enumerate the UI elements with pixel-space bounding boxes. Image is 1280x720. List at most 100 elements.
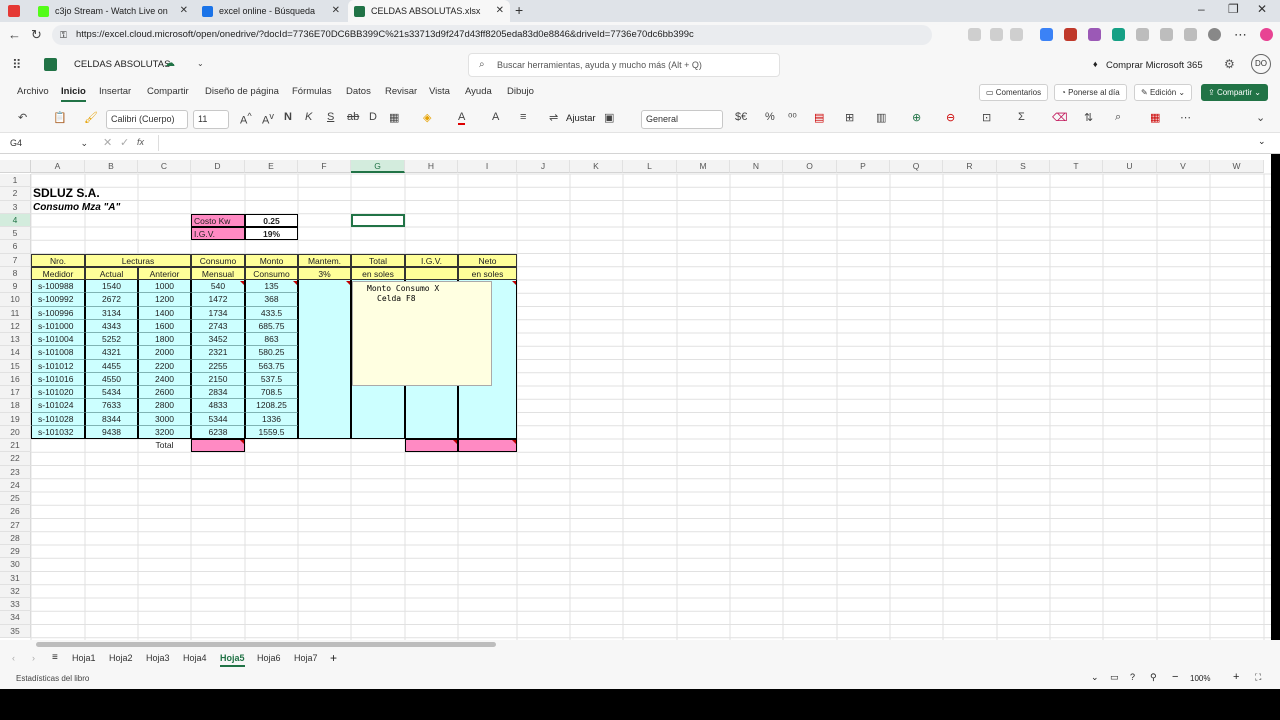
autosum-icon[interactable]: Σ [1018,111,1025,123]
comment-indicator[interactable] [240,281,244,285]
chevron-down-icon[interactable]: ⌄ [1091,672,1099,683]
data-cell[interactable]: 2743 [191,319,245,333]
tab-ayuda[interactable]: Ayuda [465,86,492,97]
close-icon[interactable]: ✕ [496,5,504,16]
tab-compartir[interactable]: Compartir [147,86,189,97]
avatar[interactable]: DO [1251,54,1271,74]
data-cell[interactable]: 1540 [85,280,138,294]
empty-calc-column[interactable] [298,280,351,439]
data-cell[interactable]: 5434 [85,386,138,400]
data-cell[interactable]: s-100988 [31,280,85,294]
saved-status-icon[interactable]: ☁ [165,58,175,69]
data-cell[interactable]: 537.5 [245,372,298,386]
data-cell[interactable]: 2672 [85,293,138,307]
conditional-format-icon[interactable]: ▤ [814,111,824,124]
header-cell[interactable]: Medidor [31,266,85,280]
igv-label[interactable]: I.G.V. [191,227,245,241]
table-format-icon[interactable]: ⊞ [845,111,854,124]
zoom-level[interactable]: 100% [1190,674,1210,683]
borders-icon[interactable]: ▦ [389,111,399,124]
data-cell[interactable]: 8344 [85,412,138,426]
data-cell[interactable]: 563.75 [245,359,298,373]
settings-icon[interactable]: ⚙ [1224,57,1235,71]
data-cell[interactable]: 1800 [138,333,191,347]
data-cell[interactable]: s-100992 [31,293,85,307]
favorite-icon[interactable] [1010,28,1023,41]
tab-dibujo[interactable]: Dibujo [507,86,534,97]
extension-icon[interactable] [1088,28,1101,41]
percent-icon[interactable]: % [765,111,775,123]
data-cell[interactable]: s-101000 [31,319,85,333]
fill-color-icon[interactable]: ◈ [423,111,431,124]
header-cell[interactable]: Actual [85,266,138,280]
browser-tab-excel[interactable]: CELDAS ABSOLUTAS.xlsx ✕ [348,0,510,22]
grow-font-icon[interactable]: A^ [240,111,252,127]
help-icon[interactable]: ? [1130,672,1135,682]
cancel-icon[interactable]: ✕ [103,136,112,149]
data-cell[interactable]: 5344 [191,412,245,426]
data-cell[interactable]: 3134 [85,306,138,320]
data-cell[interactable]: 540 [191,280,245,294]
search-input[interactable]: ⌕ Buscar herramientas, ayuda y mucho más… [468,53,780,77]
enter-icon[interactable]: ✓ [120,136,129,149]
data-cell[interactable]: s-101012 [31,359,85,373]
comment-indicator[interactable] [293,281,297,285]
workbook-stats[interactable]: Estadísticas del libro [16,674,89,683]
zoom-in-icon[interactable]: + [1233,671,1239,683]
total-consumo-cell[interactable] [191,439,245,453]
data-cell[interactable]: 1000 [138,280,191,294]
delete-cells-icon[interactable]: ⊖ [946,111,955,124]
extensions-icon[interactable] [1136,28,1149,41]
data-cell[interactable]: 4455 [85,359,138,373]
tab-archivo[interactable]: Archivo [17,86,49,97]
total-label[interactable]: Total [138,439,191,452]
selected-cell-g4[interactable] [351,213,405,227]
sheet-tab-hoja6[interactable]: Hoja6 [257,653,281,663]
data-cell[interactable]: 1336 [245,412,298,426]
header-cell[interactable]: en soles [351,266,405,280]
costo-kw-value[interactable]: 0.25 [245,213,298,227]
data-cell[interactable]: 433.5 [245,306,298,320]
insert-function-icon[interactable]: fx [137,137,144,147]
sheet-tab-hoja3[interactable]: Hoja3 [146,653,170,663]
data-cell[interactable]: 1600 [138,319,191,333]
header-cell[interactable]: Total [351,253,405,267]
clipboard-icon[interactable]: 📋 [53,111,67,124]
catch-up-button[interactable]: ◔ Ponerse al día [1054,84,1127,101]
refresh-icon[interactable]: ↻ [31,27,42,43]
editing-mode-button[interactable]: ✎ Edición ⌄ [1134,84,1193,101]
prev-sheet-icon[interactable]: ‹ [12,653,15,663]
next-sheet-icon[interactable]: › [32,653,35,663]
data-cell[interactable]: 580.25 [245,346,298,360]
new-tab-button[interactable]: + [515,2,523,18]
igv-value[interactable]: 19% [245,227,298,241]
extension-icon[interactable] [1064,28,1077,41]
close-icon[interactable]: ✕ [332,5,340,16]
header-cell[interactable]: I.G.V. [405,253,458,267]
favorites-icon[interactable] [1160,28,1173,41]
site-info-icon[interactable]: ⚿ [60,25,67,45]
chevron-down-icon[interactable]: ⌄ [197,59,204,68]
more-options-icon[interactable]: ⋯ [1180,111,1191,124]
translate-icon[interactable] [968,28,981,41]
tab-revisar[interactable]: Revisar [385,86,417,97]
collapse-ribbon-icon[interactable]: ⌄ [1256,111,1265,124]
more-font-icon[interactable]: A [492,111,499,123]
fit-window-icon[interactable]: ⛶ [1255,672,1261,683]
data-cell[interactable]: 2255 [191,359,245,373]
data-cell[interactable]: 1734 [191,306,245,320]
table-bottom-edge[interactable] [31,426,298,439]
data-cell[interactable]: s-101024 [31,399,85,413]
buy-microsoft-365-link[interactable]: Comprar Microsoft 365 [1106,60,1203,71]
double-underline-icon[interactable]: D [369,111,377,123]
tab-formulas[interactable]: Fórmulas [292,86,332,97]
tab-insertar[interactable]: Insertar [99,86,131,97]
data-cell[interactable]: 1208.25 [245,399,298,413]
comment-indicator[interactable] [453,440,457,444]
name-box[interactable]: G4 ⌄ [6,135,90,151]
comment-indicator[interactable] [512,281,516,285]
file-name[interactable]: CELDAS ABSOLUTAS [74,59,170,70]
data-cell[interactable]: 2834 [191,386,245,400]
close-window-button[interactable]: ✕ [1257,2,1267,16]
expand-formula-icon[interactable]: ⌄ [1258,136,1266,147]
